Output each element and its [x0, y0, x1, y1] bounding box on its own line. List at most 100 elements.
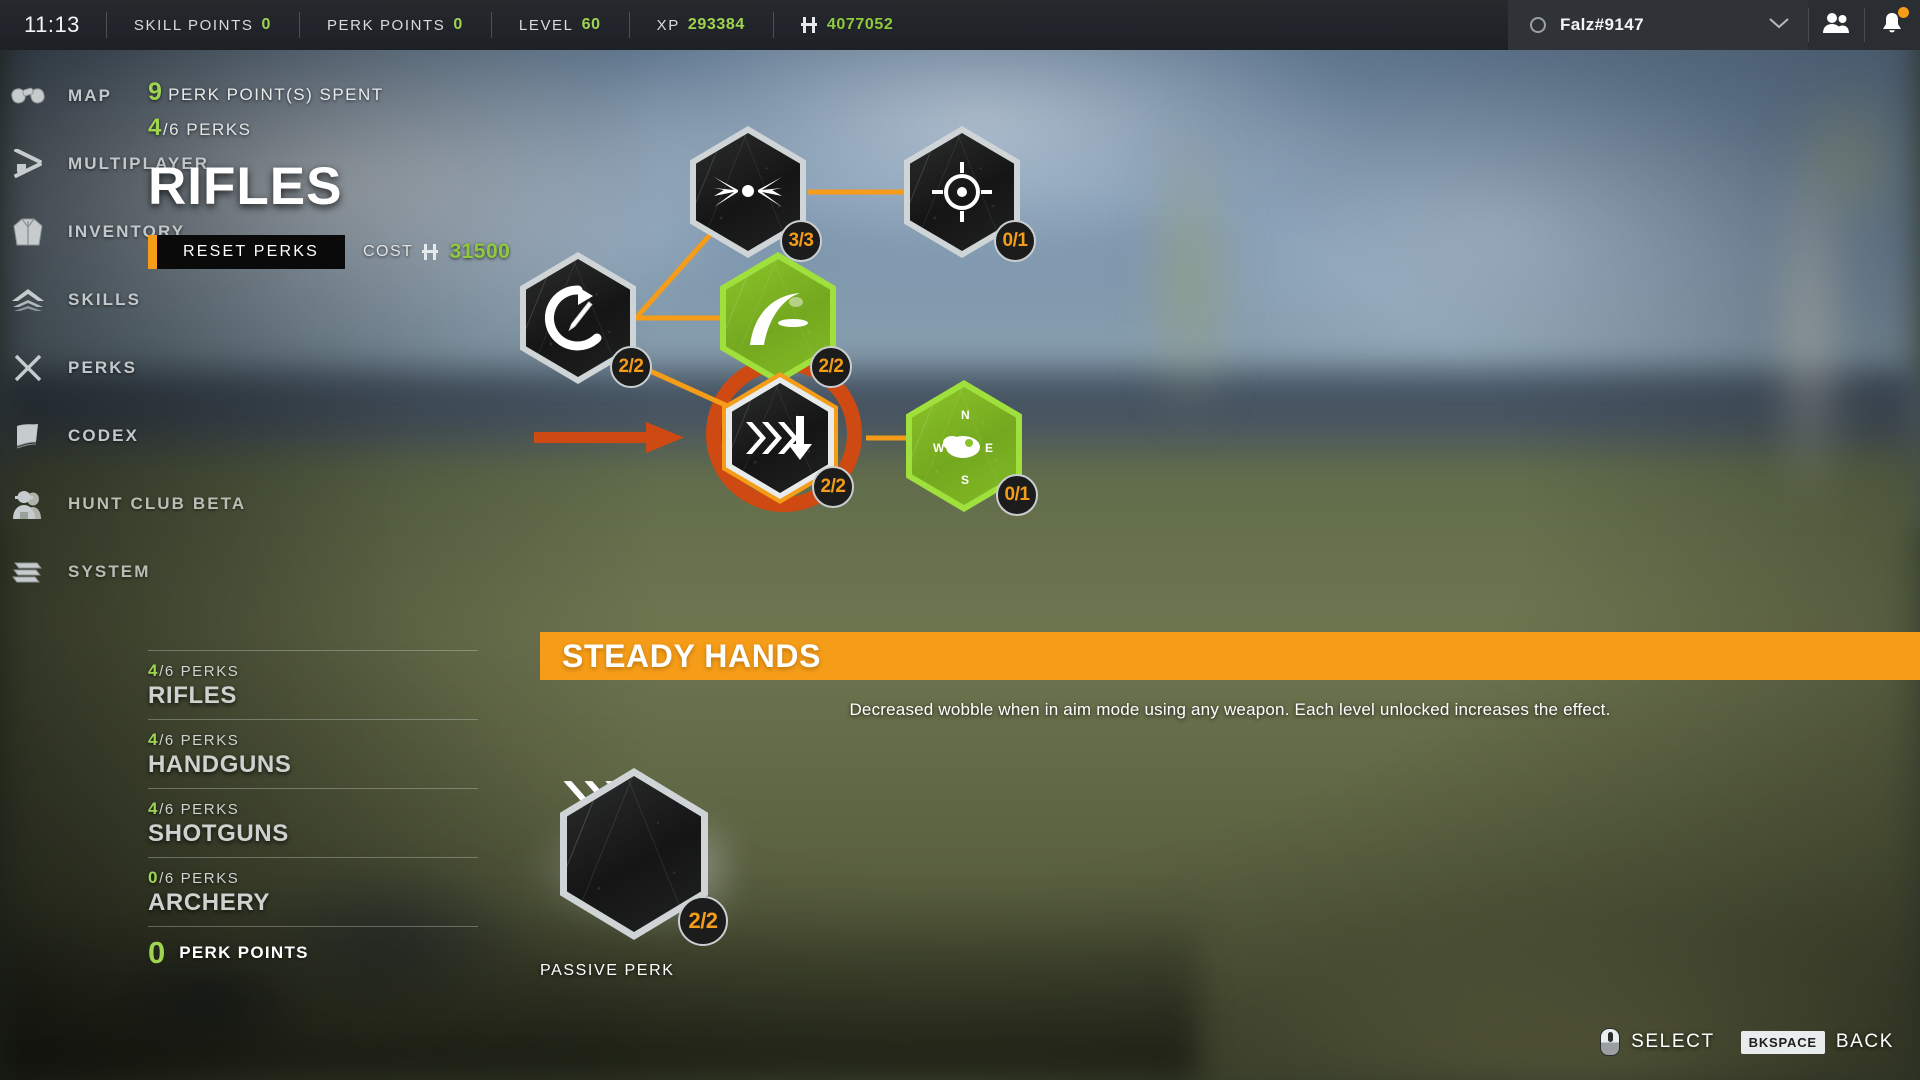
perk-node-steady-hands[interactable]: 2/2 [722, 372, 854, 508]
svg-text:N: N [961, 408, 970, 422]
perk-count-current: 4 [148, 114, 163, 141]
footer-select[interactable]: SELECT [1600, 1028, 1715, 1056]
sidebar-item-skills[interactable]: SKILLS [0, 266, 330, 334]
perk-rank-badge: 2/2 [610, 346, 652, 388]
footer-back[interactable]: BKSPACE BACK [1740, 1030, 1894, 1054]
perk-node-reload[interactable]: 2/2 [520, 252, 652, 388]
category-shotguns[interactable]: 4/6 PERKS SHOTGUNS [148, 788, 478, 857]
category-total: /6 [159, 870, 175, 887]
vest-icon [8, 215, 48, 249]
category-name: HANDGUNS [148, 751, 292, 778]
svg-text:S: S [961, 473, 969, 487]
perk-count-total: /6 [162, 120, 181, 139]
category-progress: 4/6 PERKS [148, 730, 478, 750]
crossed-guns-icon [8, 147, 48, 181]
sidebar-item-system[interactable]: SYSTEM [0, 538, 330, 606]
category-archery[interactable]: 0/6 PERKS ARCHERY [148, 857, 478, 926]
category-unit: PERKS [180, 663, 240, 680]
stat-currency-value: 4077052 [826, 16, 894, 33]
svg-text:E: E [985, 441, 993, 455]
sidebar-item-hunt-club-beta[interactable]: HUNT CLUB BETA [0, 470, 330, 538]
category-name: SHOTGUNS [148, 820, 289, 847]
perk-rank-badge: 0/1 [994, 220, 1036, 262]
perk-preview-node: 2/2 [560, 768, 728, 946]
sidebar-item-label: SYSTEM [68, 562, 151, 581]
reset-perks-button[interactable]: RESET PERKS [148, 235, 345, 269]
gear-stack-icon [8, 555, 48, 589]
back-key-badge: BKSPACE [1740, 1030, 1825, 1054]
reset-cost: COST 31500 [363, 240, 510, 264]
perk-node-wind[interactable]: NE SW 0/1 [906, 380, 1038, 516]
perk-rank-badge: 3/3 [780, 220, 822, 262]
stat-skill-points: SKILL POINTS 0 [105, 0, 299, 50]
perk-rank-badge: 0/1 [996, 474, 1038, 516]
category-handguns[interactable]: 4/6 PERKS HANDGUNS [148, 719, 478, 788]
clock: 11:13 [24, 12, 80, 37]
sidebar-item-codex[interactable]: CODEX [0, 402, 330, 470]
category-name: RIFLES [148, 682, 237, 709]
category-name: ARCHERY [148, 889, 270, 916]
stat-currency: 4077052 [772, 0, 922, 50]
perk-count-row: 4/6 PERKS [148, 114, 708, 142]
perk-preview-rank-badge: 2/2 [678, 896, 728, 946]
currency-glyph-icon [422, 244, 439, 260]
perk-detail-description: Decreased wobble when in aim mode using … [849, 700, 1611, 719]
binoculars-icon [8, 79, 48, 113]
chevron-rank-icon [8, 283, 48, 317]
page-title: RIFLES [148, 157, 343, 216]
category-total: /6 [159, 663, 175, 680]
category-progress: 0/6 PERKS [148, 868, 478, 888]
category-rifles[interactable]: 4/6 PERKS RIFLES [148, 650, 478, 719]
perk-rank-badge: 2/2 [812, 466, 854, 508]
perk-page-header: 9 PERK POINT(S) SPENT 4/6 PERKS RIFLES R… [148, 78, 708, 269]
sidebar-item-label: CODEX [68, 426, 139, 445]
friends-button[interactable] [1808, 0, 1864, 50]
stat-perk-points: PERK POINTS 0 [298, 0, 491, 50]
perk-detail-banner: STEADY HANDS [540, 632, 1920, 680]
crossed-knives-icon [8, 351, 48, 385]
perk-points-label: PERK POINTS [179, 943, 309, 963]
stat-perk-points-value: 0 [453, 16, 463, 33]
perk-detail-title: STEADY HANDS [562, 637, 822, 674]
category-current: 4 [148, 730, 160, 749]
footer-select-label: SELECT [1631, 1031, 1715, 1052]
perk-rank-badge: 2/2 [810, 346, 852, 388]
book-icon [8, 419, 48, 453]
stat-perk-points-label: PERK POINTS [326, 16, 446, 34]
points-spent-value: 9 [148, 78, 162, 106]
notification-badge-dot [1898, 7, 1909, 18]
category-unit: PERKS [180, 732, 240, 749]
sidebar-item-label: MAP [68, 86, 113, 105]
currency-glyph-icon [800, 17, 817, 33]
category-total: /6 [159, 801, 175, 818]
perk-node-trajectory[interactable]: 2/2 [720, 252, 852, 388]
footer-controls: SELECT BKSPACE BACK [1600, 1028, 1894, 1056]
category-current: 0 [148, 868, 160, 887]
stat-xp: XP 293384 [628, 0, 773, 50]
sidebar-item-perks[interactable]: PERKS [0, 334, 330, 402]
category-progress: 4/6 PERKS [148, 661, 478, 681]
category-current: 4 [148, 799, 160, 818]
category-unit: PERKS [180, 801, 240, 818]
stat-level: LEVEL 60 [490, 0, 629, 50]
stat-level-value: 60 [581, 16, 601, 33]
category-total: /6 [159, 732, 175, 749]
footer-back-label: BACK [1835, 1031, 1894, 1052]
category-progress: 4/6 PERKS [148, 799, 478, 819]
perk-count-label: PERKS [186, 120, 252, 139]
account-selector[interactable]: Falz#9147 [1508, 0, 1808, 50]
stat-xp-label: XP [656, 16, 680, 34]
sidebar-item-label: HUNT CLUB BETA [68, 494, 247, 513]
chevron-down-icon [1768, 16, 1790, 34]
sidebar-item-label: SKILLS [68, 290, 142, 309]
reset-row: RESET PERKS COST 31500 [148, 235, 708, 269]
notifications-button[interactable] [1864, 0, 1920, 50]
perk-points-summary: 0 PERK POINTS [148, 926, 478, 970]
stat-skill-points-label: SKILL POINTS [133, 16, 254, 34]
perk-points-value: 0 [148, 935, 166, 970]
top-status-bar: 11:13 SKILL POINTS 0 PERK POINTS 0 LEVEL… [0, 0, 1920, 50]
perk-node-scope[interactable]: 0/1 [904, 126, 1036, 262]
sidebar-item-label: PERKS [68, 358, 138, 377]
category-unit: PERKS [180, 870, 240, 887]
